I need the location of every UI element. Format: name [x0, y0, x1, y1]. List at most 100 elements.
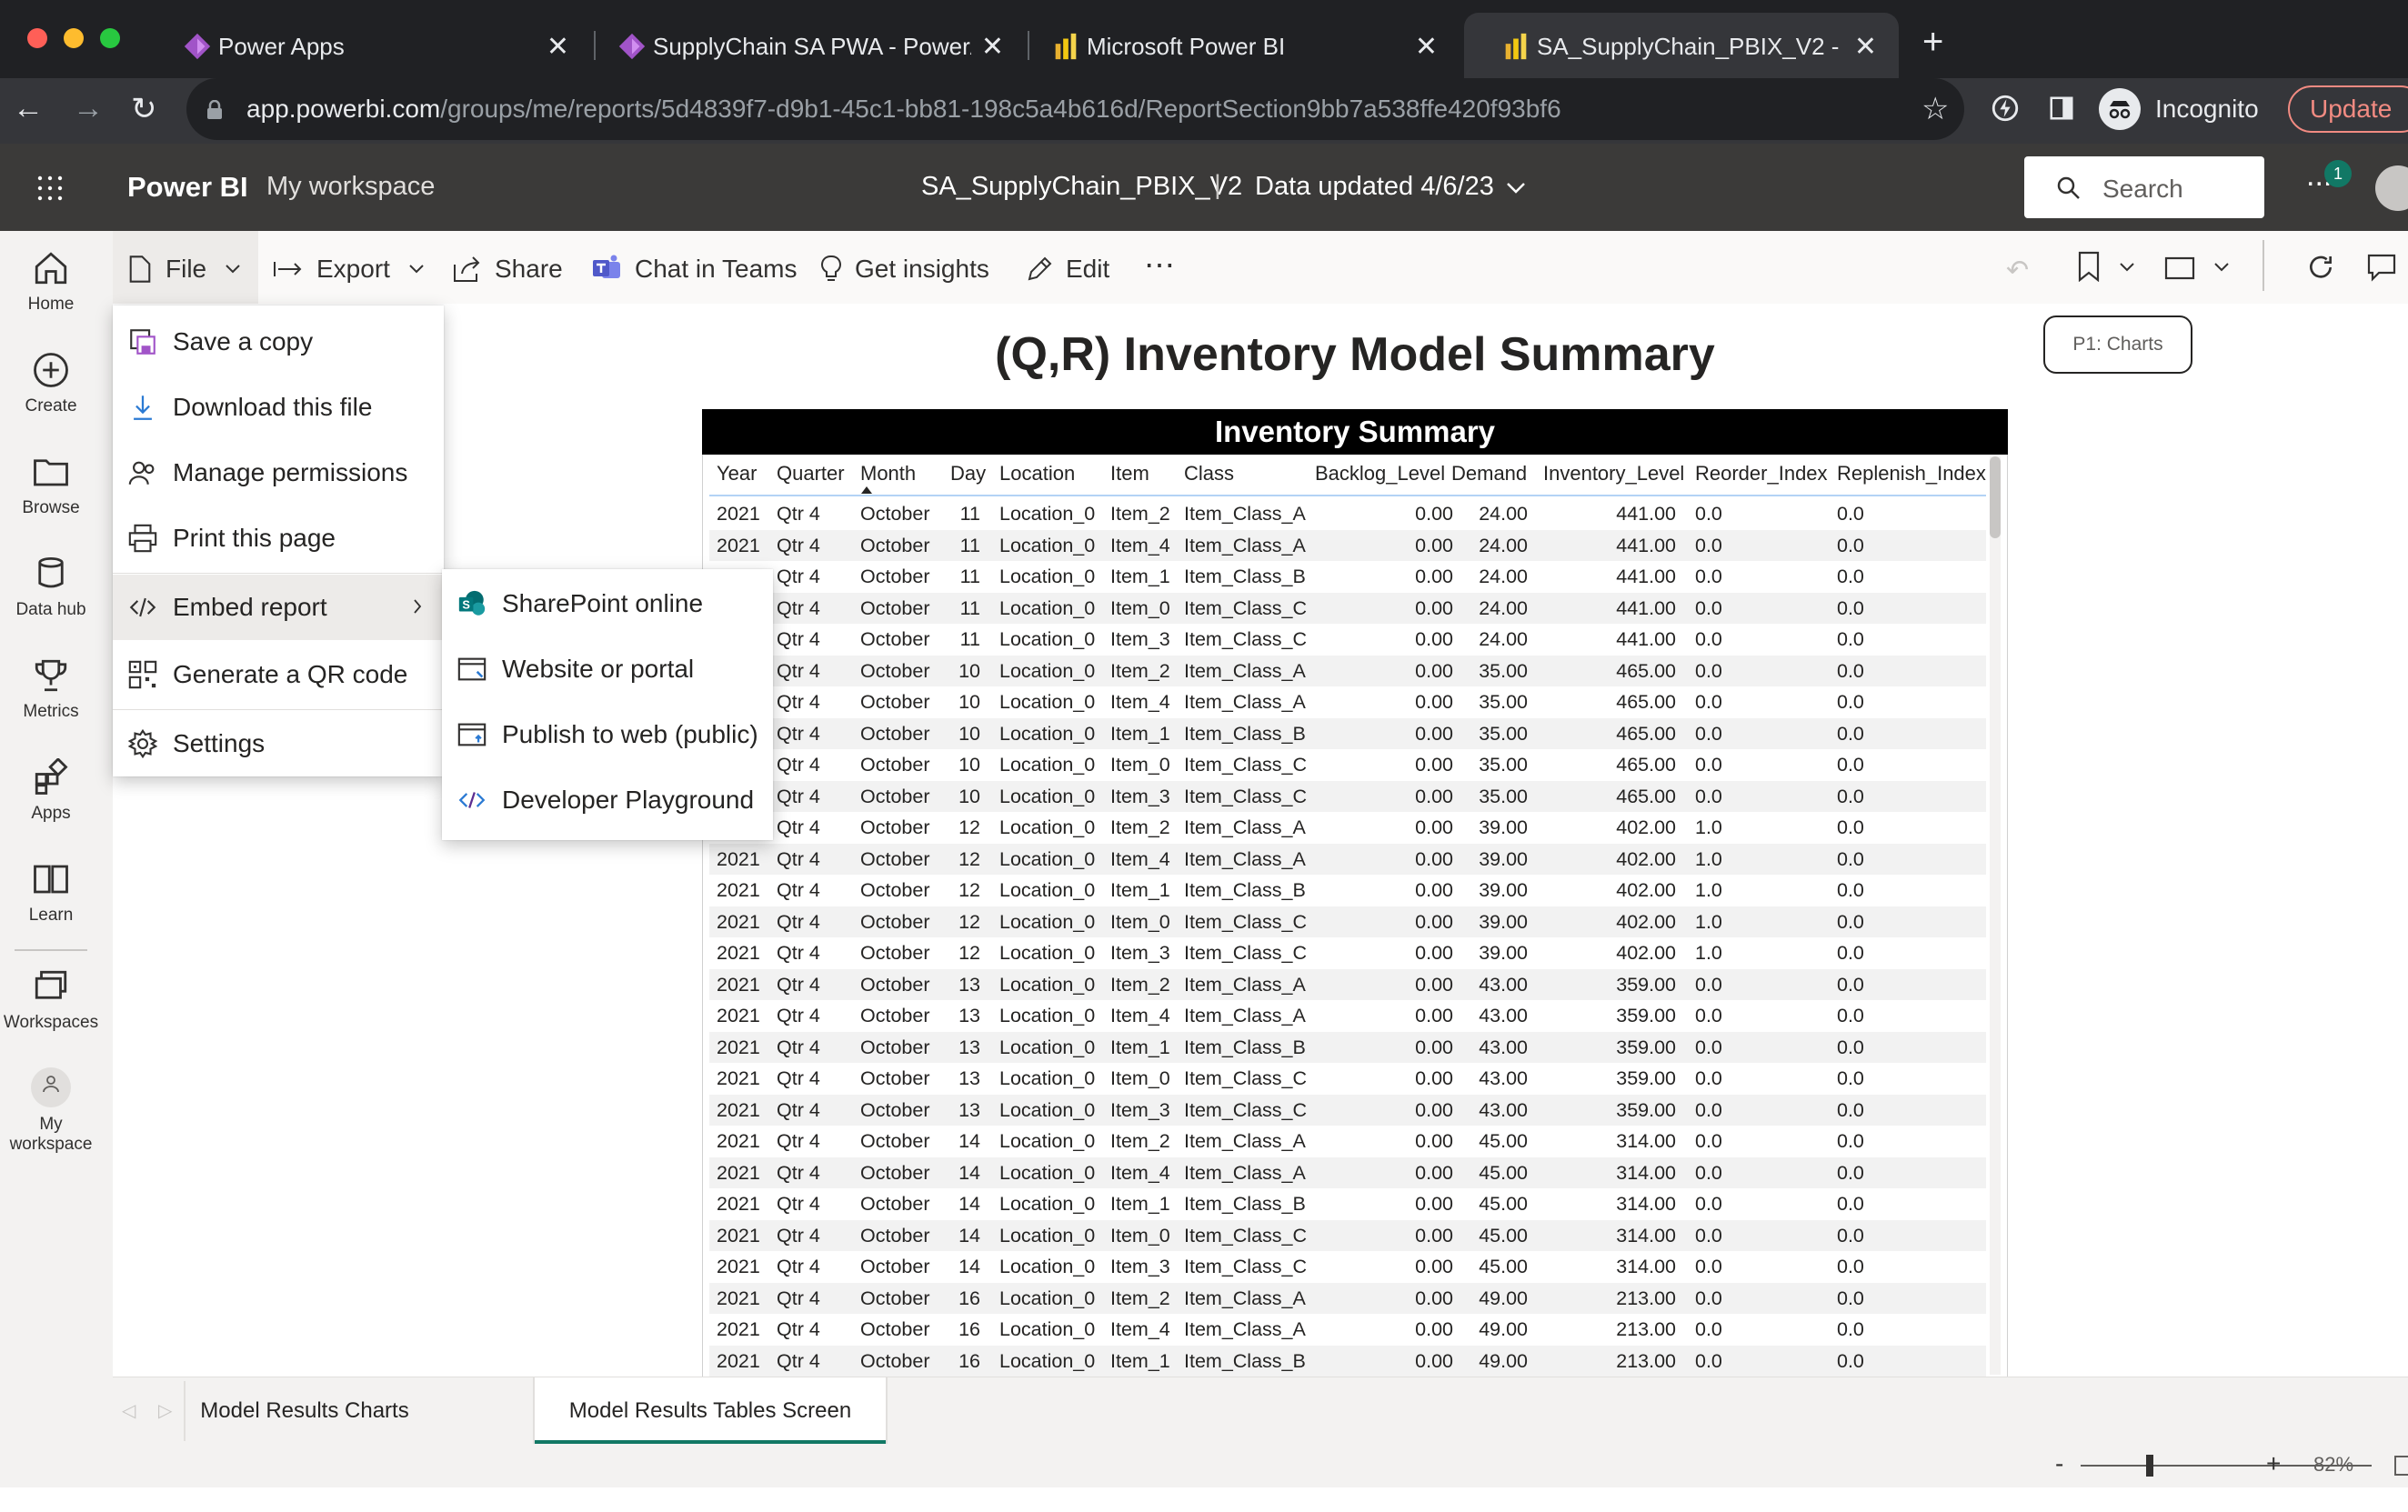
extensions-icon[interactable]	[1990, 93, 2021, 124]
table-row[interactable]: 2021Qtr 4October11Location_0Item_0Item_C…	[709, 592, 1986, 624]
table-row[interactable]: 2021 Qtr 4 October 12 Location_0 Item_1 Item_C…	[709, 875, 1986, 906]
window-close-button[interactable]	[27, 28, 47, 48]
view-icon[interactable]	[2164, 256, 2195, 280]
fit-page-icon[interactable]	[2393, 1455, 2408, 1477]
menu-item-print[interactable]: Print this page	[113, 506, 444, 571]
side-panel-icon[interactable]	[2048, 95, 2075, 122]
menu-item-developer-playground[interactable]: Developer Playground	[442, 767, 773, 833]
column-header[interactable]: Inventory_Level	[1543, 462, 1684, 486]
chevron-down-icon[interactable]	[2213, 262, 2230, 273]
search-input[interactable]: Search	[2024, 156, 2264, 218]
menu-item-download[interactable]: Download this file	[113, 375, 444, 440]
column-header[interactable]: Demand	[1451, 462, 1527, 486]
nav-my-workspace[interactable]: My workspace	[0, 1067, 102, 1155]
edit-button[interactable]: Edit	[1026, 251, 1109, 287]
undo-icon[interactable]: ↶	[2006, 255, 2029, 286]
browser-tab-power-apps[interactable]: Power Apps ✕	[145, 13, 591, 79]
table-row[interactable]: 2021 Qtr 4 October 11 Location_0 Item_2 Item_C…	[709, 498, 1986, 530]
refresh-icon[interactable]	[2306, 253, 2335, 282]
page-tab-tables-active[interactable]: Model Results Tables Screen	[535, 1377, 886, 1445]
powerbi-brand[interactable]: Power BI	[127, 171, 248, 204]
bookmark-star-icon[interactable]: ☆	[1921, 91, 1949, 127]
column-header[interactable]: Month	[860, 462, 916, 486]
table-row[interactable]: 2021Qtr 4October10Location_0Item_3Item_C…	[709, 780, 1986, 812]
tab-close-icon[interactable]: ✕	[1854, 31, 1877, 63]
zoom-slider-thumb[interactable]	[2146, 1455, 2153, 1477]
new-tab-icon[interactable]: +	[1922, 22, 1943, 63]
tab-close-icon[interactable]: ✕	[981, 31, 1004, 63]
table-row[interactable]: 2021 Qtr 4 October 14 Location_0 Item_3 Item_C…	[709, 1251, 1986, 1283]
menu-item-settings[interactable]: Settings	[113, 711, 444, 776]
table-row[interactable]: 2021 Qtr 4 October 12 Location_0 Item_3 Item_C…	[709, 937, 1986, 969]
table-row[interactable]: 2021 Qtr 4 October 14 Location_0 Item_4 Item_C…	[709, 1157, 1986, 1188]
file-menu-label[interactable]: File	[127, 251, 254, 287]
report-name[interactable]: SA_SupplyChain_PBIX_V2	[921, 172, 1242, 202]
nav-home[interactable]: Home	[0, 249, 102, 315]
export-button[interactable]: Export	[273, 251, 437, 287]
table-row[interactable]: 2021 Qtr 4 October 13 Location_0 Item_0 Item_C…	[709, 1063, 1986, 1095]
table-row[interactable]: 2021 Qtr 4 October 14 Location_0 Item_0 Item_C…	[709, 1219, 1986, 1251]
browser-tab-report-active[interactable]: SA_SupplyChain_PBIX_V2 - Pc ✕	[1464, 13, 1899, 79]
table-row[interactable]: 2021 Qtr 4 October 13 Location_0 Item_3 Item_C…	[709, 1094, 1986, 1126]
nav-workspaces[interactable]: Workspaces	[0, 967, 102, 1033]
data-updated-label[interactable]: Data updated 4/6/23	[1255, 172, 1494, 202]
page-tab-charts[interactable]: Model Results Charts Screen	[186, 1377, 424, 1490]
table-row[interactable]: 2021 Qtr 4 October 13 Location_0 Item_1 Item_C…	[709, 1031, 1986, 1063]
column-header[interactable]: Year	[717, 462, 757, 486]
menu-item-qr-code[interactable]: Generate a QR code	[113, 642, 444, 707]
share-button[interactable]: Share	[453, 251, 563, 287]
avatar[interactable]	[2375, 165, 2408, 211]
table-row[interactable]: 2021 Qtr 4 October 16 Location_0 Item_2 Item_C…	[709, 1282, 1986, 1314]
table-row[interactable]: 2021Qtr 4October12Location_0Item_2Item_C…	[709, 812, 1986, 844]
table-row[interactable]: 2021Qtr 4October10Location_0Item_2Item_C…	[709, 655, 1986, 686]
notification-badge[interactable]: 1	[2324, 160, 2352, 187]
column-header[interactable]: Day	[950, 462, 986, 486]
reload-icon[interactable]: ↻	[131, 91, 157, 127]
browser-tab-powerbi[interactable]: Microsoft Power BI ✕	[1014, 13, 1460, 79]
browser-update-button[interactable]: Update	[2288, 85, 2408, 133]
menu-item-manage-permissions[interactable]: Manage permissions	[113, 440, 444, 506]
table-row[interactable]: 2021 Qtr 4 October 16 Location_0 Item_4 Item_C…	[709, 1314, 1986, 1346]
table-row[interactable]: 2021 Qtr 4 October 13 Location_0 Item_4 Item_C…	[709, 1000, 1986, 1032]
menu-item-publish-web[interactable]: Publish to web (public)	[442, 702, 773, 767]
zoom-out-button[interactable]: -	[2055, 1449, 2063, 1478]
column-header[interactable]: Quarter	[777, 462, 845, 486]
nav-metrics[interactable]: Metrics	[0, 656, 102, 722]
incognito-indicator[interactable]: Incognito	[2099, 87, 2268, 131]
get-insights-button[interactable]: Get insights	[820, 251, 989, 287]
prev-page-icon[interactable]: ◁	[122, 1399, 135, 1422]
nav-learn[interactable]: Learn	[0, 860, 102, 926]
forward-icon[interactable]: →	[73, 91, 104, 126]
nav-apps[interactable]: Apps	[0, 758, 102, 824]
column-header[interactable]: Backlog_Level	[1315, 462, 1445, 486]
chevron-down-icon[interactable]	[1506, 182, 1526, 195]
app-launcher-icon[interactable]	[36, 175, 64, 202]
next-page-icon[interactable]: ▷	[158, 1399, 172, 1422]
table-row[interactable]: 2021Qtr 4October10Location_0Item_4Item_C…	[709, 686, 1986, 718]
menu-item-website-portal[interactable]: Website or portal	[442, 636, 773, 702]
nav-data-hub[interactable]: Data hub	[0, 555, 102, 620]
column-header[interactable]: Location	[999, 462, 1075, 486]
column-header[interactable]: Class	[1184, 462, 1234, 486]
table-row[interactable]: 2021Qtr 4October10Location_0Item_0Item_C…	[709, 749, 1986, 781]
menu-item-embed-report[interactable]: Embed report	[113, 575, 444, 640]
table-scrollbar[interactable]	[1990, 456, 2001, 1375]
tab-close-icon[interactable]: ✕	[1415, 31, 1438, 63]
workspace-breadcrumb[interactable]: My workspace	[266, 172, 435, 202]
table-row[interactable]: 2021 Qtr 4 October 14 Location_0 Item_2 Item_C…	[709, 1126, 1986, 1157]
zoom-in-button[interactable]: +	[2266, 1449, 2281, 1478]
nav-create[interactable]: Create	[0, 351, 102, 416]
tab-close-icon[interactable]: ✕	[547, 31, 569, 63]
table-row[interactable]: 2021Qtr 4October10Location_0Item_1Item_C…	[709, 717, 1986, 749]
column-header[interactable]: Item	[1110, 462, 1149, 486]
nav-browse[interactable]: Browse	[0, 453, 102, 518]
browser-tab-supplychain[interactable]: SupplyChain SA PWA - PowerA ✕	[580, 13, 1026, 79]
url-field[interactable]: app.powerbi.com/groups/me/reports/5d4839…	[186, 78, 1964, 140]
chat-in-teams-button[interactable]: Chat in Teams	[591, 251, 797, 287]
chevron-down-icon[interactable]	[2119, 262, 2135, 273]
table-row[interactable]: 2021 Qtr 4 October 16 Location_0 Item_1 Item_C…	[709, 1345, 1986, 1377]
page-nav-button[interactable]: P1: Charts	[2043, 315, 2192, 374]
window-maximize-button[interactable]	[100, 28, 120, 48]
menu-item-sharepoint[interactable]: S SharePoint online	[442, 571, 773, 636]
back-icon[interactable]: ←	[13, 91, 44, 126]
